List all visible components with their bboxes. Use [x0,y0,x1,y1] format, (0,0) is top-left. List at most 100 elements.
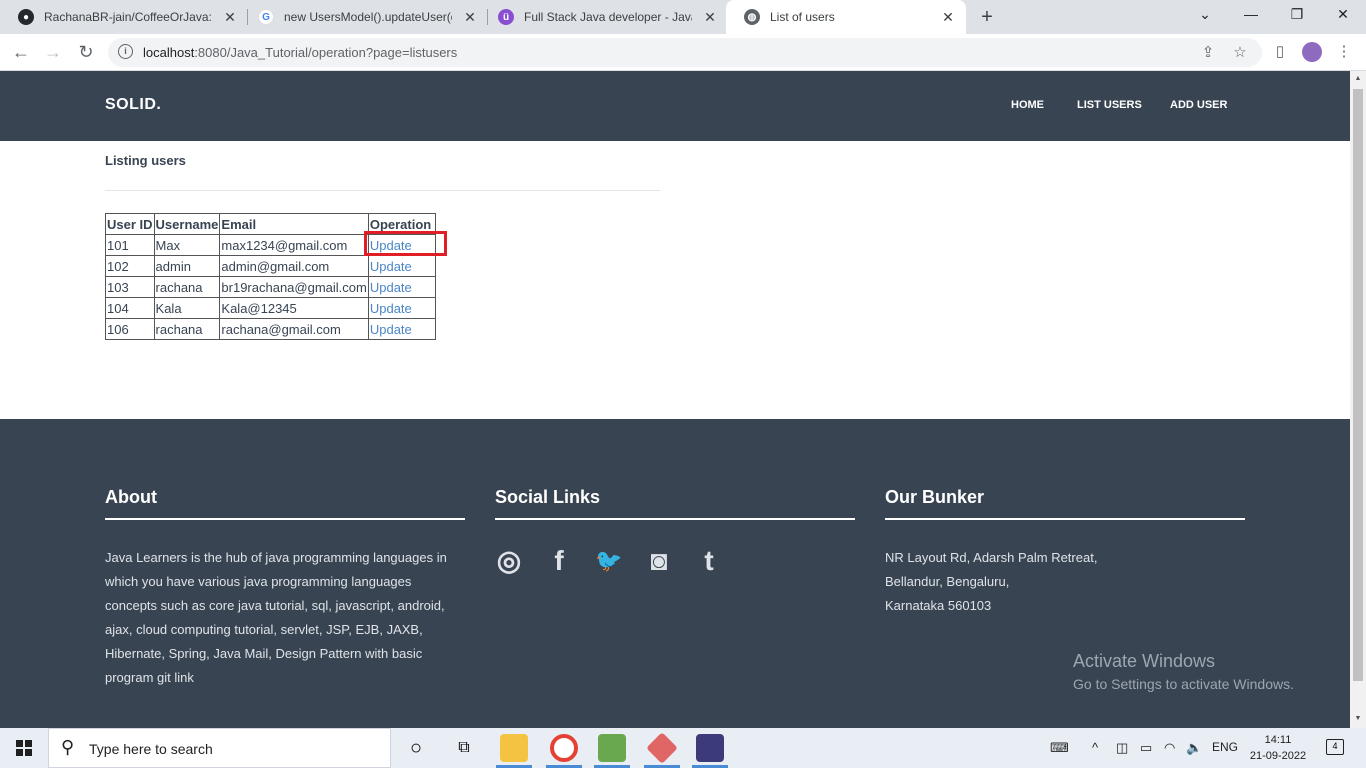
site-logo[interactable]: SOLID. [105,96,161,114]
instagram-icon[interactable]: ◙ [645,545,673,577]
cell-user-id: 104 [105,297,155,319]
site-header: SOLID. HOME LIST USERS ADD USER [0,71,1350,141]
windows-start-icon[interactable] [16,740,32,756]
facebook-icon[interactable]: f [545,545,573,577]
notepad-icon[interactable] [598,734,626,762]
cell-email: Kala@12345 [219,297,369,319]
github-icon: ● [18,9,34,25]
footer-about-title: About [105,487,465,520]
scroll-down-arrow-icon[interactable]: ▼ [1353,715,1363,722]
globe-icon: ◍ [744,9,760,25]
cell-operation: Update [367,255,436,277]
footer-address: NR Layout Rd, Adarsh Palm Retreat, Bella… [885,546,1245,618]
url-path: :8080/Java_Tutorial/operation?page=listu… [194,45,458,60]
window-close-button[interactable]: ✕ [1333,6,1353,23]
tab-github[interactable]: ● RachanaBR-jain/CoffeeOrJava: Th ✕ [0,0,248,34]
git-icon[interactable] [646,732,678,764]
side-panel-icon[interactable]: ▯ [1270,42,1290,60]
close-icon[interactable]: ✕ [462,9,478,25]
file-explorer-icon[interactable] [500,734,528,762]
language-indicator[interactable]: ENG [1212,740,1238,754]
close-icon[interactable]: ✕ [940,9,956,25]
share-icon[interactable]: ⇪ [1198,43,1218,61]
new-tab-button[interactable]: + [976,6,998,29]
tab-title: RachanaBR-jain/CoffeeOrJava: Th [44,10,212,24]
cell-username: rachana [153,318,221,340]
cell-email: max1234@gmail.com [219,234,369,256]
bookmark-star-icon[interactable]: ☆ [1230,43,1250,61]
cell-user-id: 106 [105,318,155,340]
table-row: 104 Kala Kala@12345 Update [105,297,436,319]
footer-bunker-title: Our Bunker [885,487,1245,520]
nav-home[interactable]: HOME [1011,99,1044,111]
cell-operation: Update [367,318,436,340]
cell-username: Kala [153,297,221,319]
meet-icon[interactable]: ◫ [1116,740,1128,756]
browser-toolbar: ← → ↻ i localhost:8080/Java_Tutorial/ope… [0,34,1366,71]
cell-username: Max [153,234,221,256]
cell-email: rachana@gmail.com [219,318,369,340]
nav-list-users[interactable]: LIST USERS [1077,99,1142,111]
tab-search-chevron-icon[interactable]: ⌄ [1195,6,1215,23]
twitter-icon[interactable]: 🐦 [595,548,623,574]
address-bar[interactable]: i localhost:8080/Java_Tutorial/operation… [108,38,1262,67]
page-viewport: SOLID. HOME LIST USERS ADD USER Listing … [0,71,1350,728]
address-url[interactable]: localhost:8080/Java_Tutorial/operation?p… [143,45,457,60]
battery-icon[interactable]: ▭ [1140,740,1152,756]
task-view-icon[interactable]: ⧉ [450,734,478,762]
update-link[interactable]: Update [370,322,412,337]
cell-email: br19rachana@gmail.com [219,276,369,298]
udemy-icon: ü [498,9,514,25]
cortana-icon[interactable]: ○ [402,734,430,762]
tab-title: new UsersModel().updateUser(da [284,10,452,24]
tab-google-search[interactable]: G new UsersModel().updateUser(da ✕ [240,0,488,34]
clock-date: 21-09-2022 [1249,750,1307,762]
minimize-button[interactable]: — [1241,6,1261,22]
footer-social-title: Social Links [495,487,855,520]
dribbble-icon[interactable]: ◎ [495,544,523,577]
tray-chevron-icon[interactable]: ^ [1092,740,1098,755]
wifi-icon[interactable]: ◠ [1164,740,1175,756]
close-icon[interactable]: ✕ [702,9,718,25]
close-icon[interactable]: ✕ [222,9,238,25]
watermark-line1: Activate Windows [1073,651,1216,671]
menu-dots-icon[interactable]: ⋮ [1334,42,1354,60]
table-row: 103 rachana br19rachana@gmail.com Update [105,276,436,298]
social-links: ◎ f 🐦 ◙ t [495,544,855,577]
divider [105,190,660,191]
tumblr-icon[interactable]: t [695,545,723,577]
scroll-up-arrow-icon[interactable]: ▲ [1353,75,1363,82]
cell-username: admin [153,255,221,277]
column-header-email: Email [219,213,369,235]
update-link[interactable]: Update [370,280,412,295]
reload-button[interactable]: ↻ [75,41,97,63]
cell-user-id: 103 [105,276,155,298]
tab-title: List of users [770,10,835,24]
profile-avatar[interactable] [1302,42,1322,62]
back-button[interactable]: ← [10,41,32,63]
clock-time: 14:11 [1264,734,1292,746]
restore-button[interactable]: ❐ [1287,6,1307,23]
notification-center-icon[interactable]: 4 [1326,739,1344,755]
chrome-icon[interactable] [550,734,578,762]
update-link[interactable]: Update [370,259,412,274]
page-title: Listing users [105,153,186,168]
forward-button[interactable]: → [42,41,64,63]
search-placeholder: Type here to search [89,741,213,757]
page-scrollbar[interactable]: ▲ ▼ [1350,71,1366,728]
keyboard-icon[interactable]: ⌨ [1050,740,1069,756]
footer-bunker: Our Bunker NR Layout Rd, Adarsh Palm Ret… [885,487,1245,618]
tab-udemy[interactable]: ü Full Stack Java developer - Java - ✕ [480,0,728,34]
clock[interactable]: 14:11 21-09-2022 [1248,732,1308,764]
site-info-icon[interactable]: i [118,44,133,59]
cell-user-id: 102 [105,255,155,277]
volume-icon[interactable]: 🔈 [1186,740,1202,756]
cell-user-id: 101 [105,234,155,256]
highlight-box [364,231,447,256]
scrollbar-thumb[interactable] [1353,89,1363,681]
taskbar-search[interactable]: ⚲ Type here to search [48,728,391,768]
nav-add-user[interactable]: ADD USER [1170,99,1227,111]
update-link[interactable]: Update [370,301,412,316]
tab-list-of-users[interactable]: ◍ List of users ✕ [726,0,966,34]
eclipse-icon[interactable] [696,734,724,762]
